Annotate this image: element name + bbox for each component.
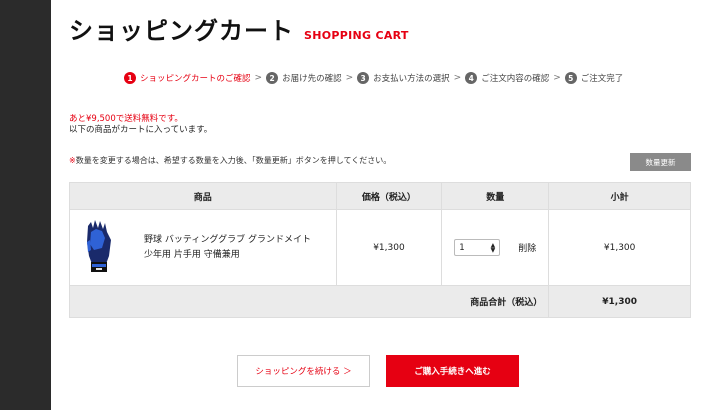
step-complete: 5 ご注文完了 [564, 72, 624, 84]
chevron-right-icon: > [254, 73, 263, 83]
header-subtotal: 小計 [548, 182, 691, 210]
left-side-strip [0, 0, 51, 410]
page-title-jp: ショッピングカート [69, 17, 294, 45]
step-cart-confirm: 1 ショッピングカートのご確認 > [124, 72, 266, 84]
total-label: 商品合計（税込） [68, 285, 550, 318]
proceed-to-checkout-button[interactable]: ご購入手続きへ進む [386, 355, 519, 387]
price-cell: ¥1,300 [335, 209, 443, 286]
header-price: 価格（税込） [335, 182, 443, 210]
checkout-steps: 1 ショッピングカートのご確認 > 2 お届け先の確認 > 3 お支払い方法の選… [124, 72, 623, 84]
table-row: 野球 バッティンググラブ グランドメイト 少年用 片手用 守備兼用 ¥1,300… [69, 209, 691, 286]
step-label: お届け先の確認 [282, 74, 342, 84]
subtotal-cell: ¥1,300 [548, 209, 691, 286]
chevron-right-icon: > [345, 73, 354, 83]
step-label: お支払い方法の選択 [373, 74, 450, 84]
product-cell: 野球 バッティンググラブ グランドメイト 少年用 片手用 守備兼用 [69, 209, 337, 286]
step-label: ショッピングカートのご確認 [140, 74, 251, 84]
header-quantity: 数量 [441, 182, 550, 210]
continue-shopping-button[interactable]: ショッピングを続ける ＞ [237, 355, 370, 387]
step-label: ご注文完了 [580, 74, 624, 84]
items-in-cart-notice: 以下の商品がカートに入っています。 [69, 125, 213, 135]
step-number: 2 [266, 72, 279, 84]
step-payment: 3 お支払い方法の選択 > [357, 72, 465, 84]
step-number: 4 [465, 72, 478, 84]
header-product: 商品 [69, 182, 337, 210]
step-delivery: 2 お届け先の確認 > [266, 72, 357, 84]
step-order-review: 4 ご注文内容の確認 > [465, 72, 565, 84]
step-number: 1 [124, 72, 136, 84]
quantity-select[interactable]: 1 ▲ ▼ [454, 239, 501, 256]
page-title: ショッピングカート SHOPPING CART [69, 11, 409, 46]
quantity-value: 1 [459, 242, 465, 253]
update-quantity-button[interactable]: 数量更新 [630, 153, 691, 171]
chevron-right-icon: > [453, 73, 462, 83]
step-number: 3 [357, 72, 370, 84]
cart-notice: あと¥9,500で送料無料です。 以下の商品がカートに入っています。 [69, 114, 212, 136]
batting-glove-image[interactable] [78, 218, 120, 278]
total-row: 商品合計（税込） ¥1,300 [68, 285, 691, 318]
step-label: ご注文内容の確認 [481, 74, 550, 84]
product-name-line1[interactable]: 野球 バッティンググラブ グランドメイト [144, 233, 311, 248]
quantity-update-note: ※数量を変更する場合は、希望する数量を入力後、「数量更新」ボタンを押してください… [69, 155, 391, 166]
total-value: ¥1,300 [548, 285, 691, 318]
page-title-en: SHOPPING CART [304, 29, 409, 42]
note-text: 数量を変更する場合は、希望する数量を入力後、「数量更新」ボタンを押してください。 [75, 156, 392, 165]
up-down-arrow-icon: ▲ ▼ [490, 241, 496, 254]
delete-item-link[interactable]: 削除 [518, 241, 536, 254]
table-header-row: 商品 価格（税込） 数量 小計 [69, 182, 691, 210]
chevron-right-icon: > [553, 73, 561, 83]
quantity-cell: 1 ▲ ▼ 削除 [441, 209, 550, 286]
note-mark: ※ [69, 156, 76, 165]
product-name-line2[interactable]: 少年用 片手用 守備兼用 [144, 248, 311, 263]
cart-table: 商品 価格（税込） 数量 小計 野球 バッティンググラブ グランドメイト 少年用… [68, 182, 691, 318]
free-shipping-notice: あと¥9,500で送料無料です。 [69, 114, 183, 124]
step-number: 5 [564, 72, 577, 84]
